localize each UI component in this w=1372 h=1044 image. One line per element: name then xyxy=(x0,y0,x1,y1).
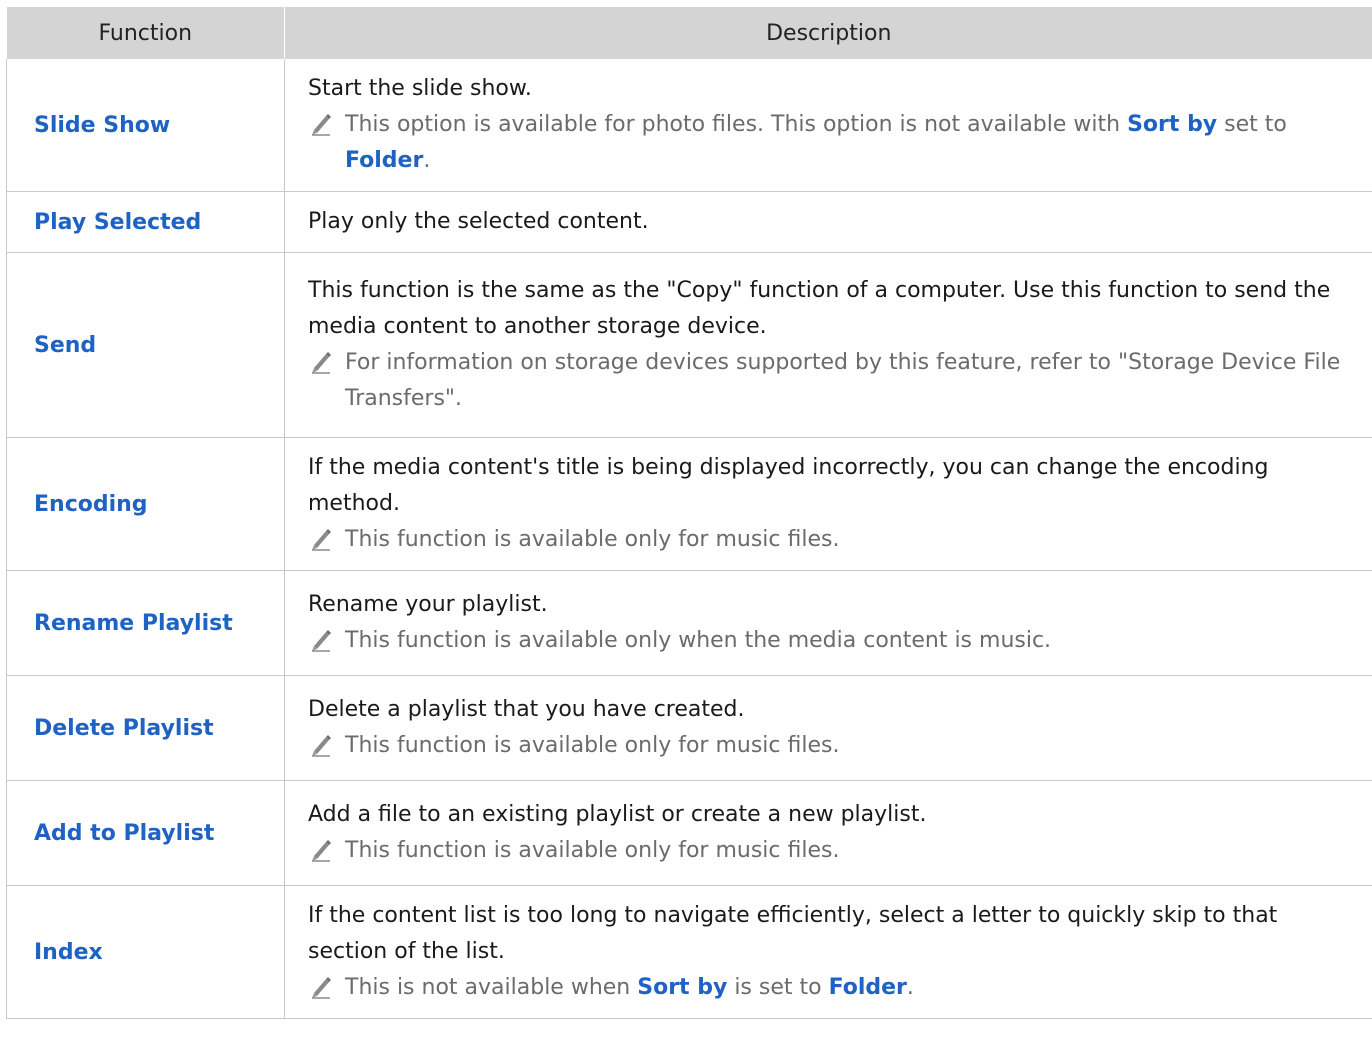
pencil-icon xyxy=(310,112,332,136)
note: This option is available for photo files… xyxy=(308,107,1356,179)
function-name: Slide Show xyxy=(6,59,285,192)
pencil-icon xyxy=(310,350,332,374)
table-row: Add to Playlist Add a file to an existing… xyxy=(6,780,1372,886)
function-description: If the content list is too long to navig… xyxy=(284,885,1372,1019)
header-description: Description xyxy=(284,7,1372,59)
table-row: Slide Show Start the slide show. This opti… xyxy=(6,59,1372,192)
header-function: Function xyxy=(6,7,285,59)
note-highlight: Sort by xyxy=(637,975,728,1000)
pencil-icon xyxy=(310,733,332,757)
function-description: Start the slide show. This option is avai… xyxy=(284,59,1372,192)
table-header-row: Function Description xyxy=(6,7,1372,59)
table-row: Rename Playlist Rename your playlist. This… xyxy=(6,570,1372,676)
pencil-icon xyxy=(310,628,332,652)
note-text: This function is available only when the… xyxy=(345,628,1052,653)
function-name: Rename Playlist xyxy=(6,570,285,676)
note: This function is available only for musi… xyxy=(308,728,1356,764)
note-text: This function is available only for musi… xyxy=(345,838,840,863)
note-text: This function is available only for musi… xyxy=(345,733,840,758)
note: This function is available only for musi… xyxy=(308,522,1356,558)
pencil-icon xyxy=(310,975,332,999)
note-text: For information on storage devices suppo… xyxy=(345,350,1341,411)
note-highlight: Sort by xyxy=(1127,112,1218,137)
note-text: set to xyxy=(1217,112,1287,137)
table-body: Slide Show Start the slide show. This opti… xyxy=(6,59,1372,1019)
note-highlight: Folder xyxy=(828,975,907,1000)
note: For information on storage devices suppo… xyxy=(308,345,1356,417)
table-row: Play Selected Play only the selected cont… xyxy=(6,191,1372,253)
note-highlight: Folder xyxy=(345,148,424,173)
note: This function is available only for musi… xyxy=(308,833,1356,869)
description-text: If the content list is too long to navig… xyxy=(308,903,1278,964)
function-description: Delete a playlist that you have created.… xyxy=(284,675,1372,781)
function-description: Rename your playlist. This function is av… xyxy=(284,570,1372,676)
note-text: This function is available only for musi… xyxy=(345,527,840,552)
function-name: Index xyxy=(6,885,285,1019)
function-table: Function Description Slide Show Start the… xyxy=(6,7,1372,1019)
description-text: Rename your playlist. xyxy=(308,592,548,617)
note-text: . xyxy=(906,975,914,1000)
function-name: Encoding xyxy=(6,437,285,571)
description-text: This function is the same as the "Copy" … xyxy=(308,278,1331,339)
note-text: . xyxy=(423,148,431,173)
function-name: Add to Playlist xyxy=(6,780,285,886)
note-text: This is not available when xyxy=(345,975,638,1000)
table-row: Delete Playlist Delete a playlist that yo… xyxy=(6,675,1372,781)
function-name: Send xyxy=(6,252,285,438)
description-text: If the media content's title is being di… xyxy=(308,455,1269,516)
function-name: Delete Playlist xyxy=(6,675,285,781)
table-row: Index If the content list is too long to … xyxy=(6,885,1372,1019)
description-text: Delete a playlist that you have created. xyxy=(308,697,745,722)
note: This is not available when Sort by is se… xyxy=(308,970,1356,1006)
table-row: Send This function is the same as the "Co… xyxy=(6,252,1372,438)
note-text: This option is available for photo files… xyxy=(345,112,1128,137)
note: This function is available only when the… xyxy=(308,623,1356,659)
function-description: If the media content's title is being di… xyxy=(284,437,1372,571)
function-description: Add a file to an existing playlist or cr… xyxy=(284,780,1372,886)
function-name: Play Selected xyxy=(6,191,285,253)
description-text: Play only the selected content. xyxy=(308,209,649,234)
note-text: is set to xyxy=(727,975,829,1000)
pencil-icon xyxy=(310,838,332,862)
function-description: This function is the same as the "Copy" … xyxy=(284,252,1372,438)
pencil-icon xyxy=(310,527,332,551)
table-row: Encoding If the media content's title is … xyxy=(6,437,1372,571)
function-description: Play only the selected content. xyxy=(284,191,1372,253)
description-text: Start the slide show. xyxy=(308,76,532,101)
description-text: Add a file to an existing playlist or cr… xyxy=(308,802,927,827)
